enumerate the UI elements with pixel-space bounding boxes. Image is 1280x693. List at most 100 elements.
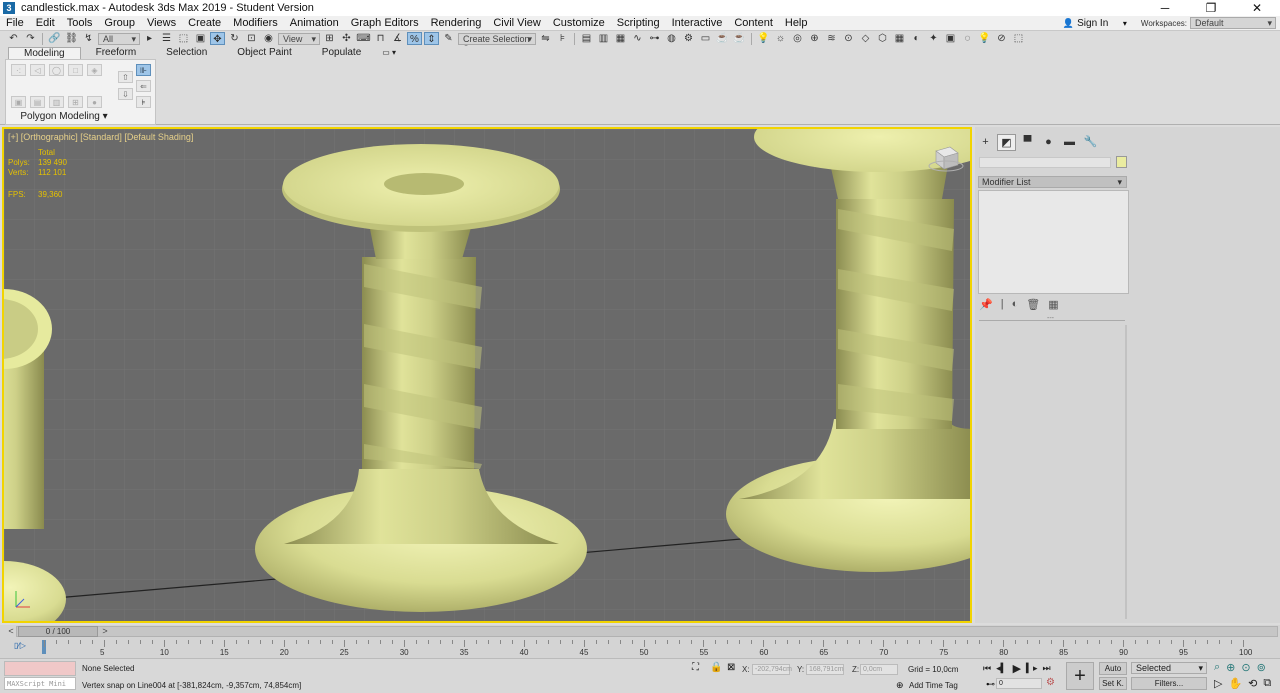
modifier-toggle-icon[interactable]: ⊞: [68, 96, 83, 108]
field-of-view-icon[interactable]: ▷: [1214, 677, 1222, 690]
layer-explorer-icon[interactable]: ▥: [596, 32, 611, 45]
zoom-extents-icon[interactable]: ⊙: [1241, 661, 1250, 674]
maxscript-listener[interactable]: [4, 661, 76, 676]
workspaces-dropdown[interactable]: Default: [1190, 17, 1276, 29]
snaps-toggle-icon[interactable]: ⊓: [373, 32, 388, 45]
link-icon[interactable]: 🔗: [47, 32, 62, 45]
bulb-icon[interactable]: 💡: [977, 32, 992, 45]
z-coordinate-field[interactable]: 0,0cm: [860, 664, 898, 675]
render-production-icon[interactable]: ☕: [715, 32, 730, 45]
track-bar[interactable]: ▯⁄▷ 5 10 15 20 25 30 35 40 45 50 55 60 65 70 75 80 85 90 9…: [0, 638, 1280, 658]
hierarchy-tab[interactable]: ▀: [1018, 134, 1037, 151]
viewport-layout-icon[interactable]: ▣: [943, 32, 958, 45]
utilities-tab[interactable]: 🔧: [1081, 134, 1100, 151]
menu-content[interactable]: Content: [728, 16, 779, 30]
align-icon[interactable]: ⊧: [555, 32, 570, 45]
menu-file[interactable]: File: [0, 16, 30, 30]
select-scale-icon[interactable]: ⊡: [244, 32, 259, 45]
absolute-mode-icon[interactable]: ⊠: [727, 662, 735, 673]
vertex-icon[interactable]: ·:: [11, 64, 26, 76]
menu-animation[interactable]: Animation: [284, 16, 345, 30]
menu-civil-view[interactable]: Civil View: [487, 16, 546, 30]
play-icon[interactable]: ▶: [1013, 662, 1021, 675]
key-filters-button[interactable]: Filters...: [1131, 677, 1207, 690]
quickslice-icon[interactable]: ⊧: [136, 96, 151, 108]
element-icon[interactable]: ◈: [87, 64, 102, 76]
material-editor-icon[interactable]: ◍: [664, 32, 679, 45]
effects-icon[interactable]: ✦: [926, 32, 941, 45]
convert-poly-icon[interactable]: ▥: [49, 96, 64, 108]
motion-tab[interactable]: ●: [1039, 134, 1058, 151]
sign-in-button[interactable]: 👤 Sign In ▾: [1063, 17, 1127, 29]
make-unique-icon[interactable]: ◐: [1012, 298, 1019, 311]
unlink-icon[interactable]: ⛓: [64, 32, 79, 45]
select-by-name-icon[interactable]: ☰: [159, 32, 174, 45]
key-filter-dropdown[interactable]: Selected: [1131, 662, 1207, 674]
current-frame-field[interactable]: 0: [996, 678, 1042, 689]
add-time-tag-button[interactable]: Add Time Tag: [909, 681, 958, 690]
selection-lock-icon[interactable]: 🔒: [710, 662, 722, 673]
auto-key-button[interactable]: Auto: [1099, 662, 1127, 675]
sun-icon[interactable]: ☼: [773, 32, 788, 45]
zoom-extents-all-icon[interactable]: ⊚: [1257, 661, 1266, 674]
menu-customize[interactable]: Customize: [547, 16, 611, 30]
display-tab[interactable]: ▬: [1060, 134, 1079, 151]
preserve-uvs-icon[interactable]: ⊪: [136, 64, 151, 76]
camera-icon[interactable]: ◎: [790, 32, 805, 45]
border-icon[interactable]: ◯: [49, 64, 64, 76]
ribbon-options-icon[interactable]: ▭ ▾: [376, 47, 402, 59]
y-coordinate-field[interactable]: 168,791cm: [806, 664, 844, 675]
object-name-field[interactable]: [979, 157, 1111, 168]
schematic-view-icon[interactable]: ⊶: [647, 32, 662, 45]
polygon-modeling-label[interactable]: Polygon Modeling ▾: [6, 111, 122, 122]
rollout-handle[interactable]: ---: [1047, 315, 1054, 322]
tab-selection[interactable]: Selection: [151, 47, 222, 59]
select-place-icon[interactable]: ◉: [261, 32, 276, 45]
pin-stack-icon[interactable]: 📌: [979, 298, 993, 311]
time-slider-thumb[interactable]: 0 / 100: [18, 626, 98, 637]
selection-filter-dropdown[interactable]: All: [98, 32, 140, 45]
next-frame-button[interactable]: >: [100, 626, 110, 637]
spinner-snap-icon[interactable]: ⇕: [424, 32, 439, 45]
space-warp-icon[interactable]: ≋: [824, 32, 839, 45]
shape-icon[interactable]: ◇: [858, 32, 873, 45]
ribbon-toggle-icon[interactable]: ▦: [613, 32, 628, 45]
time-slider-track[interactable]: [16, 626, 1278, 637]
render-iterative-icon[interactable]: ☕: [732, 32, 747, 45]
show-end-result-icon[interactable]: ●: [87, 96, 102, 108]
xref-icon[interactable]: ⊘: [994, 32, 1009, 45]
rendered-frame-window-icon[interactable]: ▭: [698, 32, 713, 45]
configure-modifier-sets-icon[interactable]: ▦: [1048, 298, 1058, 311]
next-key-icon[interactable]: ▍▸: [1026, 663, 1037, 675]
menu-edit[interactable]: Edit: [30, 16, 61, 30]
rectangular-selection-icon[interactable]: ⬚: [176, 32, 191, 45]
command-panel-scrollbar[interactable]: [1125, 325, 1127, 619]
remove-modifier-icon[interactable]: 🗑: [1026, 298, 1040, 311]
polygon-icon[interactable]: □: [68, 64, 83, 76]
geometry-icon[interactable]: ⬡: [875, 32, 890, 45]
pan-icon[interactable]: ✋: [1228, 677, 1242, 690]
modifier-stack[interactable]: [978, 190, 1129, 294]
close-button[interactable]: ✕: [1234, 0, 1280, 16]
tab-modeling[interactable]: Modeling: [8, 47, 81, 59]
keyboard-shortcut-icon[interactable]: ⌨: [356, 32, 371, 45]
container-icon[interactable]: ⬚: [1011, 32, 1026, 45]
maximize-button[interactable]: ❐: [1188, 0, 1234, 16]
minimize-button[interactable]: ─: [1142, 0, 1188, 16]
systems-icon[interactable]: ⊙: [841, 32, 856, 45]
previous-modifier-icon[interactable]: ⇧: [118, 71, 133, 83]
redo-icon[interactable]: ↷: [23, 32, 38, 45]
window-crossing-icon[interactable]: ▣: [193, 32, 208, 45]
key-mode-icon[interactable]: ⊷: [986, 679, 995, 690]
menu-create[interactable]: Create: [182, 16, 227, 30]
modify-tab[interactable]: ◩: [997, 134, 1016, 151]
select-object-icon[interactable]: ▸: [142, 32, 157, 45]
percent-snap-icon[interactable]: %: [407, 32, 422, 45]
reference-coordinate-dropdown[interactable]: View: [278, 32, 320, 45]
time-tag-icon[interactable]: ⊕: [896, 680, 904, 691]
track-bar-toggle-icon[interactable]: ▯⁄▷: [14, 641, 26, 650]
maxscript-mini-input[interactable]: MAXScript Mini: [4, 677, 76, 690]
orbit-icon[interactable]: ⟲: [1248, 677, 1257, 690]
show-end-result-icon[interactable]: |: [1001, 298, 1004, 311]
menu-group[interactable]: Group: [98, 16, 141, 30]
